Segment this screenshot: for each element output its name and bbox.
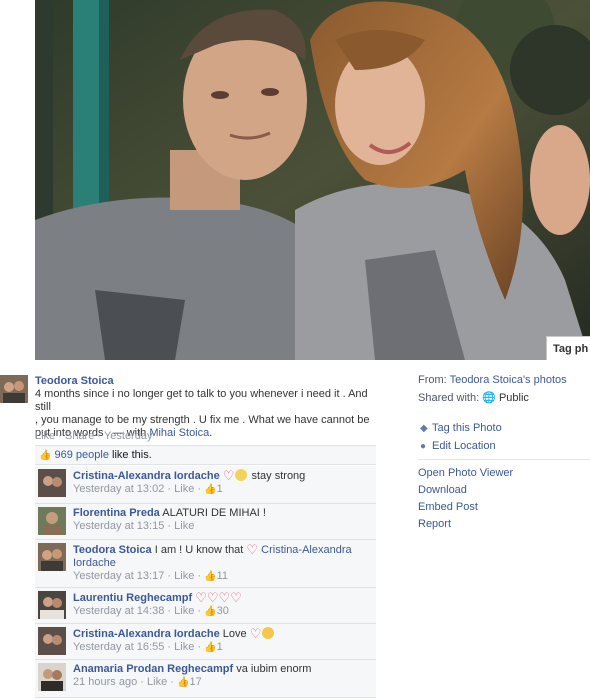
commenter-name-link[interactable]: Cristina-Alexandra Iordache xyxy=(73,628,220,640)
location-pin-icon: ● xyxy=(420,441,427,452)
heart-emoji-icon: ♡♡♡♡ xyxy=(195,590,242,605)
caption-line-1: 4 months since i no longer get to talk t… xyxy=(35,388,368,413)
open-photo-viewer-link[interactable]: Open Photo Viewer xyxy=(418,467,513,479)
heart-emoji-icon: ♡ xyxy=(222,468,235,483)
comment-text: ALATURI DE MIHAI ! xyxy=(159,507,266,519)
author-avatar[interactable] xyxy=(0,375,28,403)
report-link[interactable]: Report xyxy=(418,518,451,530)
commenter-avatar[interactable] xyxy=(38,627,66,655)
like-thumb-icon: 👍 xyxy=(204,484,217,495)
tag-icon: ◆ xyxy=(420,423,428,434)
share-link[interactable]: Share xyxy=(65,430,94,442)
comment-like-count[interactable]: 1 xyxy=(217,483,223,495)
comment-text: Love xyxy=(219,628,247,640)
tag-this-photo-label: Tag this Photo xyxy=(432,422,502,434)
from-line: From: Teodora Stoica's photos xyxy=(418,374,567,386)
selfie-photo-image xyxy=(35,0,590,360)
commenter-avatar[interactable] xyxy=(38,469,66,497)
embed-post-link[interactable]: Embed Post xyxy=(418,501,478,513)
like-thumb-icon: 👍 xyxy=(177,677,190,688)
like-thumb-icon: 👍 xyxy=(204,571,217,582)
author-name-link[interactable]: Teodora Stoica xyxy=(35,375,114,387)
separator-dot: · xyxy=(58,430,65,442)
globe-icon: 🌐 xyxy=(482,392,496,404)
comment-time[interactable]: 21 hours ago xyxy=(73,676,137,688)
tag-this-photo-link[interactable]: ◆ Tag this Photo xyxy=(420,422,502,434)
post-photo[interactable]: Tag ph xyxy=(35,0,590,360)
like-thumb-icon: 👍 xyxy=(204,606,217,617)
comment-tag-link[interactable]: Cristina-Alexandra xyxy=(261,544,351,556)
commenter-avatar-image xyxy=(38,627,66,655)
comment-like-count[interactable]: 30 xyxy=(217,605,229,617)
comment-time[interactable]: Yesterday at 13:15 xyxy=(73,520,164,532)
commenter-avatar-image xyxy=(38,543,66,571)
comment-item: Cristina-Alexandra Iordache Love ♡ Yeste… xyxy=(35,624,376,660)
likes-count-link[interactable]: 969 people xyxy=(55,449,109,461)
comment-text: I am ! U know that xyxy=(151,544,247,556)
heart-emoji-icon: ♡ xyxy=(246,542,259,557)
sidebar-divider xyxy=(418,459,590,460)
comment-like-link[interactable]: Like xyxy=(147,676,167,688)
smiley-emoji-icon xyxy=(235,469,248,481)
heart-emoji-icon: ♡ xyxy=(249,626,262,641)
like-thumb-icon: 👍 xyxy=(204,642,217,653)
commenter-name-link[interactable]: Cristina-Alexandra Iordache xyxy=(73,470,220,482)
commenter-avatar[interactable] xyxy=(38,591,66,619)
tag-photo-button[interactable]: Tag ph xyxy=(546,336,590,360)
from-label: From: xyxy=(418,374,450,386)
like-thumb-icon: 👍 xyxy=(39,450,52,461)
comment-item: Florentina Preda ALATURI DE MIHAI ! Yest… xyxy=(35,504,376,540)
comment-time[interactable]: Yesterday at 16:55 xyxy=(73,641,164,653)
commenter-avatar[interactable] xyxy=(38,507,66,535)
comment-item: Anamaria Prodan Reghecampf va iubim enor… xyxy=(35,660,376,698)
comment-tag-link-cont[interactable]: Iordache xyxy=(73,557,116,569)
comment-like-link[interactable]: Like xyxy=(174,483,194,495)
comment-time[interactable]: Yesterday at 14:38 xyxy=(73,605,164,617)
commenter-avatar-image xyxy=(38,591,66,619)
download-link[interactable]: Download xyxy=(418,484,467,496)
comment-item: Cristina-Alexandra Iordache ♡ stay stron… xyxy=(35,466,376,504)
from-album-link[interactable]: Teodora Stoica's photos xyxy=(450,374,567,386)
caption-tag-link[interactable]: Mihai Stoica xyxy=(149,427,209,439)
commenter-avatar-image xyxy=(38,469,66,497)
comment-like-link[interactable]: Like xyxy=(174,520,194,532)
like-link[interactable]: Like xyxy=(35,430,55,442)
shared-label: Shared with: xyxy=(418,392,483,404)
comment-time[interactable]: Yesterday at 13:17 xyxy=(73,570,164,582)
comment-like-link[interactable]: Like xyxy=(174,570,194,582)
comment-like-count[interactable]: 11 xyxy=(217,570,228,582)
commenter-name-link[interactable]: Anamaria Prodan Reghecampf xyxy=(73,663,233,675)
commenter-avatar-image xyxy=(38,507,66,535)
commenter-name-link[interactable]: Teodora Stoica xyxy=(73,544,152,556)
comment-text: va iubim enorm xyxy=(233,663,312,675)
post-timestamp[interactable]: Yesterday xyxy=(104,430,153,442)
commenter-name-link[interactable]: Laurentiu Reghecampf xyxy=(73,592,192,604)
comment-item: Teodora Stoica I am ! U know that ♡ Cris… xyxy=(35,540,376,588)
edit-location-link[interactable]: ● Edit Location xyxy=(420,440,496,452)
commenter-avatar-image xyxy=(38,663,66,691)
comment-like-count[interactable]: 17 xyxy=(189,676,201,688)
likes-summary: 👍 969 people like this. xyxy=(35,445,376,465)
comment-like-count[interactable]: 1 xyxy=(217,641,223,653)
commenter-avatar[interactable] xyxy=(38,663,66,691)
caption-line-2: , you manage to be my strength . U fix m… xyxy=(35,414,370,426)
caption-end: . xyxy=(209,427,213,439)
author-avatar-image xyxy=(0,375,28,403)
post-actions: Like · Share · Yesterday xyxy=(35,430,152,442)
shared-with-line: Shared with: 🌐 Public xyxy=(418,391,529,404)
commenter-name-link[interactable]: Florentina Preda xyxy=(73,507,160,519)
edit-location-label: Edit Location xyxy=(432,440,496,452)
comment-item: Laurentiu Reghecampf ♡♡♡♡ Yesterday at 1… xyxy=(35,588,376,624)
audience-selector[interactable]: Public xyxy=(499,392,529,404)
comment-like-link[interactable]: Like xyxy=(174,641,194,653)
comment-time[interactable]: Yesterday at 13:02 xyxy=(73,483,164,495)
kiss-emoji-icon xyxy=(262,627,275,639)
likes-suffix: like this. xyxy=(108,449,152,461)
commenter-avatar[interactable] xyxy=(38,543,66,571)
comment-like-link[interactable]: Like xyxy=(174,605,194,617)
comment-text: stay strong xyxy=(248,470,306,482)
